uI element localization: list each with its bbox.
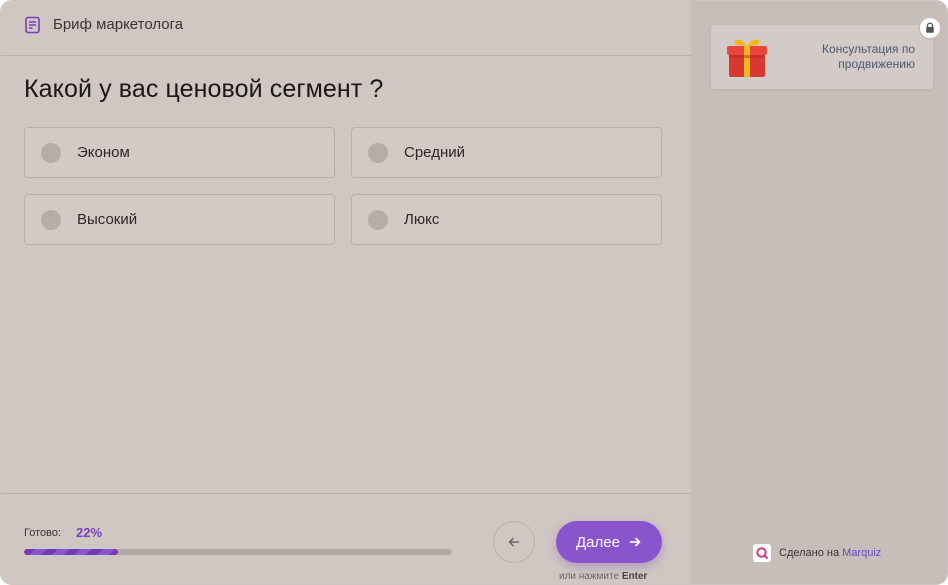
radio-icon[interactable] [41, 143, 61, 163]
option-label: Эконом [77, 144, 130, 161]
quiz-title: Бриф маркетолога [53, 16, 184, 33]
option-high[interactable]: Высокий [24, 194, 335, 245]
marquiz-link[interactable]: Marquiz [842, 547, 881, 559]
radio-icon[interactable] [41, 210, 61, 230]
quiz-main-panel: Бриф маркетолога Какой у вас ценовой сег… [1, 1, 691, 584]
made-with-marquiz[interactable]: Сделано на Marquiz [753, 544, 881, 562]
back-button[interactable] [493, 521, 535, 563]
option-luxury[interactable]: Люкс [351, 194, 662, 245]
option-label: Средний [404, 144, 465, 161]
bonus-card: Консультация по продвижению [711, 25, 933, 89]
next-button-label: Далее [576, 533, 620, 551]
quiz-window: Бриф маркетолога Какой у вас ценовой сег… [0, 0, 948, 585]
bonus-text: Консультация по продвижению [822, 42, 915, 71]
hint-key: Enter [621, 571, 648, 582]
option-label: Люкс [404, 211, 440, 228]
enter-hint: или нажмите Enter [559, 571, 647, 582]
hint-text: или нажмите [559, 571, 620, 582]
brief-list-icon [25, 16, 40, 34]
gift-icon [727, 39, 767, 77]
option-label: Высокий [77, 211, 138, 228]
quiz-header: Бриф маркетолога [1, 1, 691, 56]
made-by-text: Сделано на [779, 547, 840, 559]
progress-fill [24, 549, 119, 555]
lock-icon [926, 22, 934, 33]
radio-icon[interactable] [368, 210, 388, 230]
next-button[interactable]: Далее [556, 521, 662, 563]
quiz-footer: Готово: 22% Далее или нажмите Enter [1, 493, 691, 584]
progress-label: Готово: [24, 527, 62, 539]
marquiz-logo-icon [753, 544, 771, 562]
radio-icon[interactable] [368, 143, 388, 163]
lock-badge [918, 16, 942, 40]
arrow-left-icon [508, 537, 519, 547]
quiz-sidebar: Консультация по продвижению Сделано на M… [691, 1, 947, 584]
question-title: Какой у вас ценовой сегмент ? [24, 75, 384, 103]
progress-bar [24, 549, 452, 555]
option-economy[interactable]: Эконом [24, 127, 335, 178]
progress-value: 22% [76, 525, 103, 540]
arrow-right-icon [629, 537, 641, 547]
option-medium[interactable]: Средний [351, 127, 662, 178]
